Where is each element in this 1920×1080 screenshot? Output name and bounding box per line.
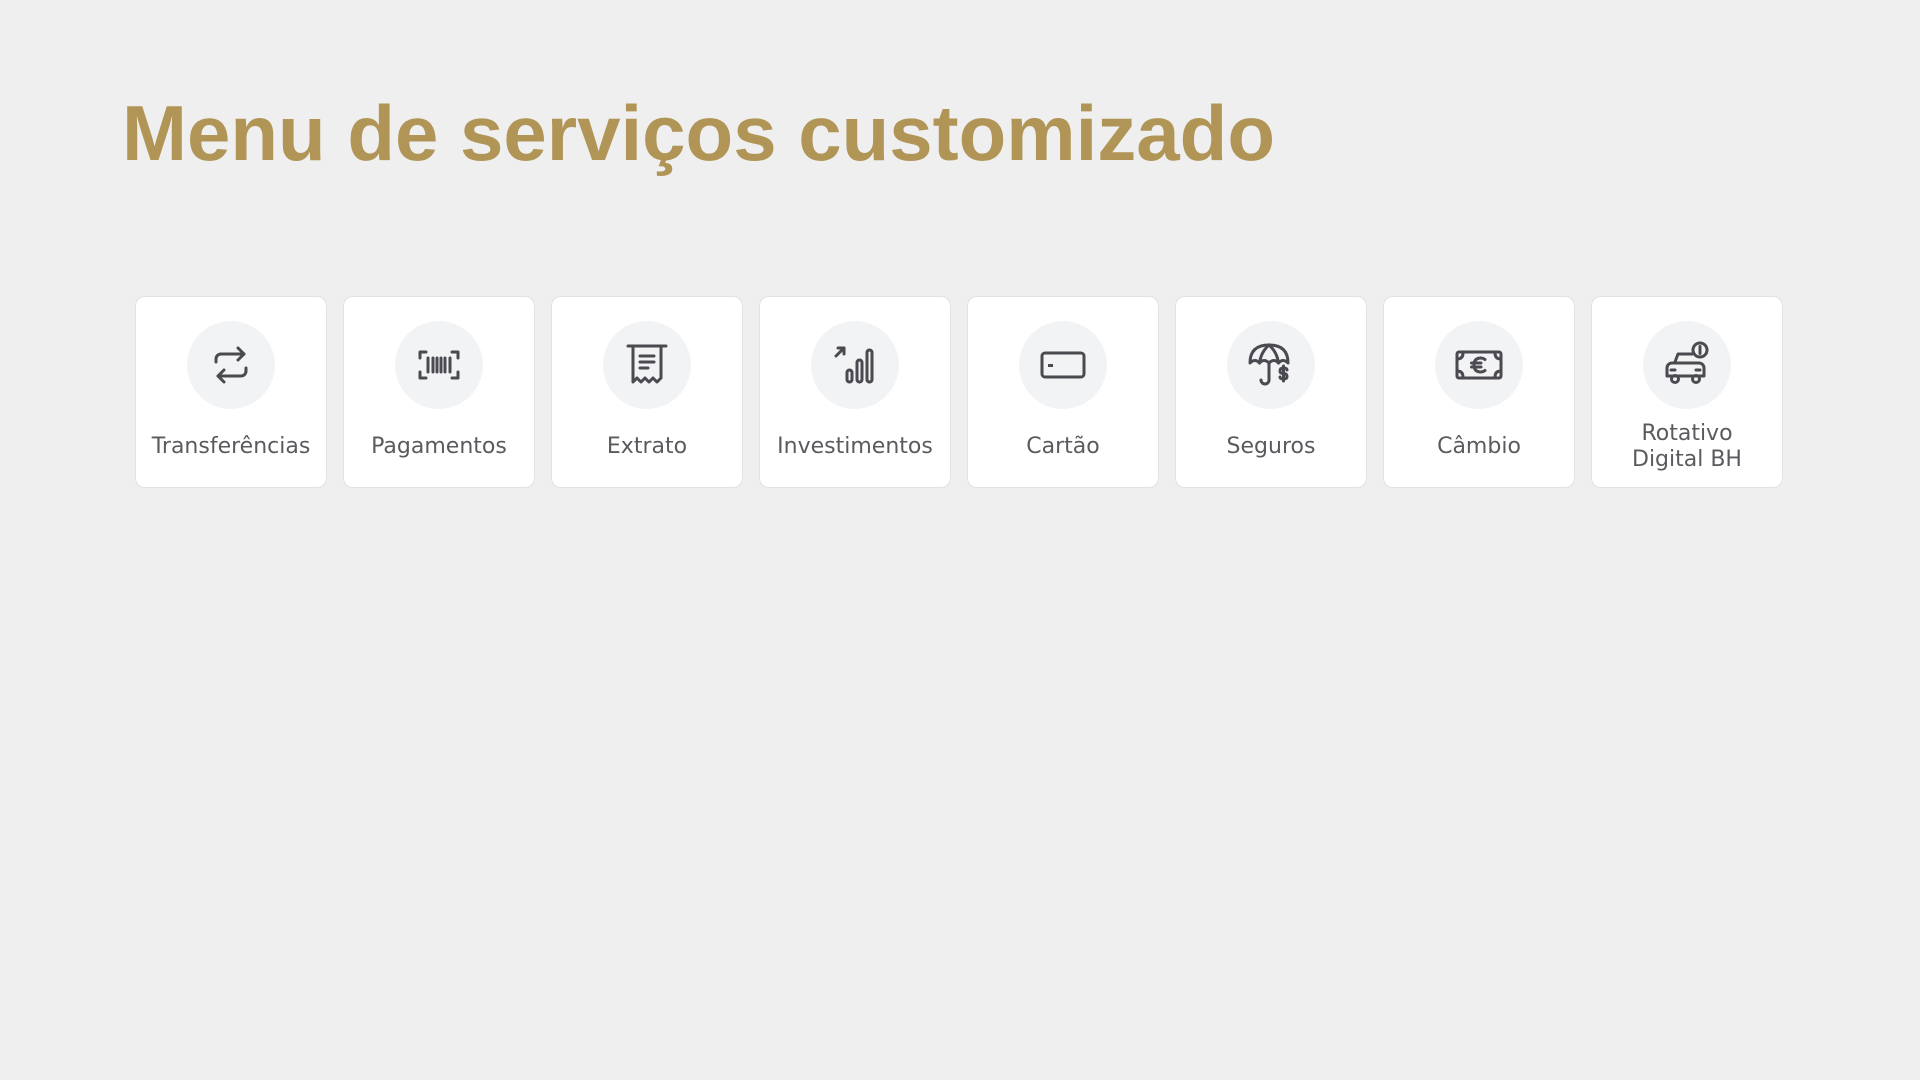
service-card-seguros[interactable]: Seguros — [1175, 296, 1367, 488]
service-card-transferencias[interactable]: Transferências — [135, 296, 327, 488]
umbrella-dollar-icon — [1227, 321, 1315, 409]
euro-banknote-icon — [1435, 321, 1523, 409]
service-label: Cartão — [1026, 434, 1100, 459]
receipt-icon — [603, 321, 691, 409]
service-label: Câmbio — [1437, 434, 1521, 459]
service-card-cartao[interactable]: Cartão — [967, 296, 1159, 488]
service-card-investimentos[interactable]: Investimentos — [759, 296, 951, 488]
page-title: Menu de serviços customizado — [122, 89, 1275, 177]
service-label: Rotativo Digital BH — [1632, 421, 1742, 472]
service-menu: Transferências Pagamentos Extrato Invest… — [135, 296, 1783, 488]
car-coin-icon — [1643, 321, 1731, 409]
service-label: Pagamentos — [371, 434, 507, 459]
service-card-extrato[interactable]: Extrato — [551, 296, 743, 488]
service-label: Investimentos — [777, 434, 933, 459]
investment-chart-icon — [811, 321, 899, 409]
service-label: Seguros — [1226, 434, 1316, 459]
service-card-rotativo-digital-bh[interactable]: Rotativo Digital BH — [1591, 296, 1783, 488]
service-card-pagamentos[interactable]: Pagamentos — [343, 296, 535, 488]
transfer-arrows-icon — [187, 321, 275, 409]
service-card-cambio[interactable]: Câmbio — [1383, 296, 1575, 488]
barcode-icon — [395, 321, 483, 409]
service-label: Extrato — [606, 434, 688, 459]
service-label: Transferências — [151, 434, 311, 459]
credit-card-icon — [1019, 321, 1107, 409]
